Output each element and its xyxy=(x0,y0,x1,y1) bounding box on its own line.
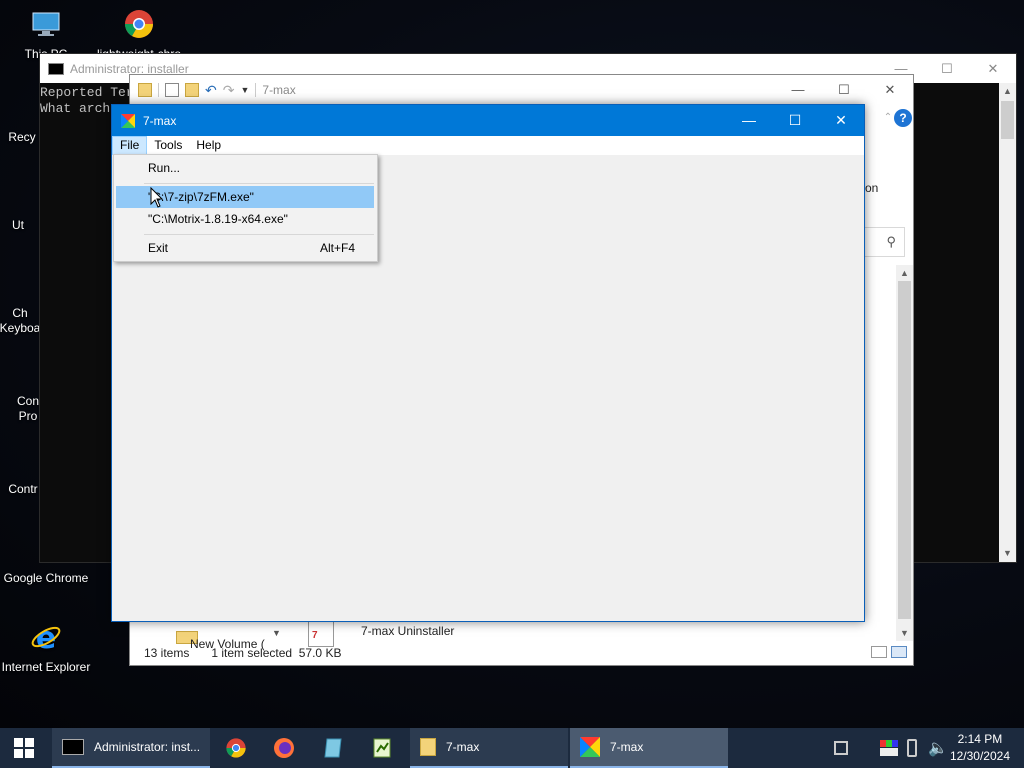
spreadsheet-icon xyxy=(373,738,391,758)
taskbar-app-explorer[interactable]: 7-max xyxy=(410,728,568,768)
maximize-icon[interactable]: ☐ xyxy=(924,54,970,83)
windows-icon xyxy=(14,738,34,758)
taskbar-app-label: Administrator: inst... xyxy=(94,740,201,754)
desktop-icon-label: Ch Keyboa xyxy=(0,306,41,335)
folder-icon xyxy=(138,83,152,97)
search-icon: ⚲ xyxy=(886,234,896,249)
menu-item-label: Exit xyxy=(148,241,169,255)
7max-icon xyxy=(121,113,135,128)
menu-file[interactable]: File xyxy=(112,136,148,155)
maximize-icon[interactable]: ☐ xyxy=(772,105,818,136)
close-icon[interactable]: ✕ xyxy=(867,75,913,105)
customize-toolbar-icon[interactable]: ▼ xyxy=(240,85,249,95)
taskbar-app-firefox[interactable] xyxy=(264,728,304,768)
control-panel-icon xyxy=(2,446,44,482)
properties-icon[interactable] xyxy=(165,83,179,97)
console-scrollbar[interactable]: ▲ ▼ xyxy=(999,83,1016,562)
menu-item-run[interactable]: Run... xyxy=(116,157,374,179)
clock-time: 2:14 PM xyxy=(957,732,1003,746)
taskbar-clock[interactable]: 2:14 PM 12/30/2024 xyxy=(950,731,1010,765)
tray-usb-icon[interactable] xyxy=(907,739,917,757)
7max-icon xyxy=(580,737,600,757)
desktop-icon-label: Internet Explorer xyxy=(1,660,91,674)
tray-display-icon[interactable] xyxy=(880,740,898,756)
taskbar-app-notepad[interactable] xyxy=(313,728,353,768)
close-icon[interactable]: ✕ xyxy=(818,105,864,136)
taskbar: Administrator: inst... 7-max 7-max 🔈 2:1… xyxy=(0,728,1024,768)
details-view-icon[interactable] xyxy=(871,646,887,658)
file-item-name[interactable]: 7-max Uninstaller xyxy=(361,624,454,638)
menu-help[interactable]: Help xyxy=(189,136,228,155)
explorer-title: 7-max xyxy=(262,83,296,97)
menu-item-label: Run... xyxy=(148,161,181,175)
status-item-count: 13 items xyxy=(144,646,190,660)
status-size: 57.0 KB xyxy=(298,646,342,660)
menu-separator xyxy=(144,234,374,235)
minimize-icon[interactable]: — xyxy=(726,105,772,136)
svg-text:e: e xyxy=(36,621,56,653)
explorer-statusbar: 13 items 1 item selected 57.0 KB xyxy=(130,641,913,665)
menu-item-recent-motrix[interactable]: "C:\Motrix-1.8.19-x64.exe" xyxy=(116,208,374,230)
chrome-icon xyxy=(125,10,153,38)
close-icon[interactable]: ✕ xyxy=(970,54,1016,83)
menu-separator xyxy=(144,183,374,184)
scrollbar-thumb[interactable] xyxy=(1001,101,1014,139)
taskbar-app-console[interactable]: Administrator: inst... xyxy=(52,728,210,768)
menu-item-exit[interactable]: Exit Alt+F4 xyxy=(116,237,374,259)
toolbar-divider xyxy=(255,83,257,97)
scroll-down-icon[interactable]: ▼ xyxy=(896,625,913,641)
uninstaller-badge: 7 xyxy=(312,630,318,641)
explorer-scrollbar[interactable]: ▲ ▼ xyxy=(896,265,913,641)
tray-save-icon[interactable] xyxy=(834,741,848,755)
status-selection: 1 item selected xyxy=(211,646,293,660)
help-icon[interactable]: ? xyxy=(894,109,912,127)
mouse-cursor-icon xyxy=(150,187,164,208)
firefox-icon xyxy=(274,738,294,758)
desktop-icon-internet-explorer[interactable]: e Internet Explorer xyxy=(0,621,92,674)
taskbar-app-label: 7-max xyxy=(610,740,644,754)
desktop-icon-label: Contr xyxy=(8,482,38,496)
console-icon xyxy=(48,62,64,75)
volume-muted-icon[interactable]: 🔈 xyxy=(928,738,948,758)
keyboard-icon xyxy=(0,270,42,306)
toolbar-divider xyxy=(158,83,159,97)
ie-icon: e xyxy=(31,621,61,656)
scroll-down-icon[interactable]: ▼ xyxy=(999,545,1016,562)
taskbar-app-7max[interactable]: 7-max xyxy=(570,728,728,768)
sevenmax-titlebar[interactable]: 7-max — ☐ ✕ xyxy=(112,105,864,136)
large-icons-view-icon[interactable] xyxy=(891,646,907,658)
taskbar-app-label: 7-max xyxy=(446,740,480,754)
new-folder-icon[interactable] xyxy=(185,83,199,97)
redo-icon[interactable]: ↷ xyxy=(223,82,235,99)
undo-icon[interactable]: ↶ xyxy=(205,82,217,99)
menu-item-accelerator: Alt+F4 xyxy=(319,241,355,255)
minimize-icon[interactable]: — xyxy=(775,75,821,105)
menu-item-label: "C:\Motrix-1.8.19-x64.exe" xyxy=(148,212,288,226)
notepad-icon xyxy=(324,738,342,758)
desktop-icon-control-panel[interactable]: Contr xyxy=(2,446,44,496)
ribbon-partial-label: on xyxy=(865,181,879,195)
scroll-up-icon[interactable]: ▲ xyxy=(896,265,913,281)
desktop-icon-keyboard[interactable]: Ch Keyboa xyxy=(0,270,42,336)
scrollbar-thumb[interactable] xyxy=(898,281,911,619)
sevenmax-menubar: File Tools Help xyxy=(112,136,864,155)
search-box[interactable]: ⚲ xyxy=(865,227,905,257)
clock-date: 12/30/2024 xyxy=(949,749,1010,763)
scroll-up-icon[interactable]: ▲ xyxy=(999,83,1016,100)
chevron-down-icon[interactable]: ▼ xyxy=(272,628,281,638)
desktop-icon-label: Google Chrome xyxy=(3,571,89,585)
sevenmax-title: 7-max xyxy=(143,113,177,128)
menu-tools[interactable]: Tools xyxy=(147,136,189,155)
start-button[interactable] xyxy=(0,728,48,768)
this-pc-icon xyxy=(32,12,60,36)
console-icon xyxy=(62,739,84,755)
maximize-icon[interactable]: ☐ xyxy=(821,75,867,105)
taskbar-app-chrome[interactable] xyxy=(216,728,256,768)
taskbar-app-spreadsheet[interactable] xyxy=(362,728,402,768)
chrome-icon xyxy=(226,738,246,758)
folder-icon xyxy=(420,738,436,756)
